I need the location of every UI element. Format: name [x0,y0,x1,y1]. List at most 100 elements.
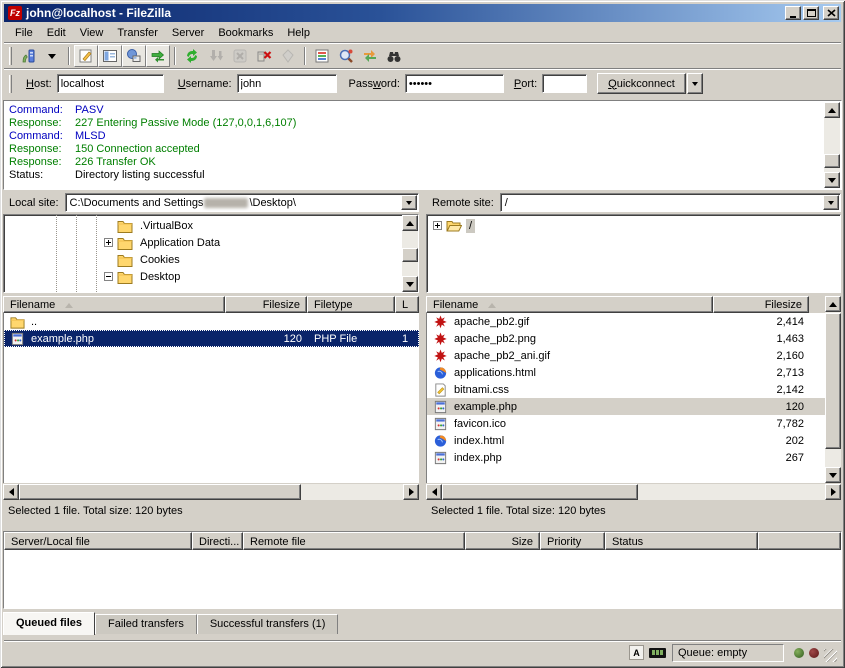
local-tree-vertical-scrollbar[interactable] [402,215,418,292]
column-header-filetype[interactable]: Filetype [307,296,395,313]
port-input[interactable] [542,74,587,93]
column-header-filesize[interactable]: Filesize [713,296,809,313]
column-header-remote-file[interactable]: Remote file [243,532,465,550]
file-row-apache-pb2-ani-gif[interactable]: apache_pb2_ani.gif2,160 [427,347,825,364]
scroll-left-button[interactable] [426,484,442,500]
tab-failed-transfers[interactable]: Failed transfers [95,614,197,634]
menu-edit[interactable]: Edit [40,25,73,41]
local-horizontal-scrollbar[interactable] [3,484,419,500]
username-input[interactable] [237,74,337,93]
titlebar[interactable]: Fz john@localhost - FileZilla [4,4,841,22]
password-input[interactable] [405,74,504,93]
remote-site-dropdown[interactable] [823,195,839,210]
expand-icon[interactable] [104,238,113,247]
toolbar-grip[interactable] [9,47,12,65]
column-header-filename[interactable]: Filename [426,296,713,313]
local-selection-status: Selected 1 file. Total size: 120 bytes [3,503,419,520]
disconnect-button[interactable] [252,45,276,67]
scroll-thumb[interactable] [824,154,840,168]
scroll-up-button[interactable] [402,215,418,231]
scroll-right-button[interactable] [825,484,841,500]
remote-tree-rows: / [427,217,823,234]
process-queue-button[interactable] [204,45,228,67]
maximize-icon [807,9,816,17]
log-vertical-scrollbar[interactable] [824,102,840,188]
column-header-l[interactable]: L [395,296,419,313]
toggle-remote-tree-button[interactable] [122,45,146,67]
menu-view[interactable]: View [73,25,111,41]
directory-comparison-button[interactable] [334,45,358,67]
column-header-priority[interactable]: Priority [540,532,605,550]
scroll-up-button[interactable] [824,102,840,118]
column-header-size[interactable]: Size [465,532,540,550]
tree-item--[interactable]: / [433,217,823,234]
speed-limit-icon[interactable] [649,648,666,658]
scroll-thumb[interactable] [442,484,638,500]
remote-site-combo[interactable]: / [500,193,841,212]
resize-grip[interactable] [824,649,837,662]
menu-bookmarks[interactable]: Bookmarks [211,25,280,41]
toggle-transfer-queue-button[interactable] [146,45,170,67]
local-site-label: Local site: [3,197,65,209]
scroll-thumb[interactable] [402,248,418,262]
tab-queued-files[interactable]: Queued files [3,612,95,635]
toggle-message-log-button[interactable] [74,45,98,67]
php-icon [10,332,27,346]
refresh-button[interactable] [180,45,204,67]
column-header-directi-[interactable]: Directi... [192,532,243,550]
remote-horizontal-scrollbar[interactable] [426,484,841,500]
column-header-server-local-file[interactable]: Server/Local file [4,532,192,550]
tree-item-application-data[interactable]: Application Data [104,234,401,251]
scroll-left-button[interactable] [3,484,19,500]
expand-icon[interactable] [433,221,442,230]
file-row-index-php[interactable]: index.php267 [427,449,825,466]
minimize-button[interactable] [785,6,801,20]
column-header-filesize[interactable]: Filesize [225,296,307,313]
file-row-applications-html[interactable]: applications.html2,713 [427,364,825,381]
remote-list-vertical-scrollbar[interactable] [825,296,841,483]
column-header-status[interactable]: Status [605,532,758,550]
scroll-down-button[interactable] [824,172,840,188]
file-row-example-php[interactable]: example.php120 [427,398,825,415]
reconnect-button[interactable] [276,45,300,67]
local-site-combo[interactable]: C:\Documents and Settings\Desktop\ [65,193,419,212]
synchronized-browsing-button[interactable] [358,45,382,67]
file-row-index-html[interactable]: index.html202 [427,432,825,449]
tree-item--virtualbox[interactable]: .VirtualBox [104,217,401,234]
tree-item-desktop[interactable]: Desktop [104,268,401,285]
quickconnect-dropdown-button[interactable] [687,73,703,94]
file-row-favicon-ico[interactable]: favicon.ico7,782 [427,415,825,432]
directory-filters-button[interactable] [310,45,334,67]
quickbar-grip[interactable] [9,75,12,93]
file-row-bitnami-css[interactable]: bitnami.css2,142 [427,381,825,398]
menu-file[interactable]: File [8,25,40,41]
menu-transfer[interactable]: Transfer [110,25,165,41]
file-row-example-php[interactable]: example.php120PHP File1 [4,330,419,347]
menu-server[interactable]: Server [165,25,211,41]
local-tree-rows: .VirtualBoxApplication DataCookiesDeskto… [4,217,401,285]
site-manager-dropdown-button[interactable] [40,45,64,67]
file-row--[interactable]: .. [4,313,419,330]
scroll-right-button[interactable] [403,484,419,500]
file-row-apache-pb2-gif[interactable]: apache_pb2.gif2,414 [427,313,825,330]
maximize-button[interactable] [803,6,819,20]
scroll-thumb[interactable] [825,313,841,449]
tree-item-cookies[interactable]: Cookies [104,251,401,268]
cancel-operation-button[interactable] [228,45,252,67]
close-button[interactable] [823,6,839,20]
local-site-dropdown[interactable] [401,195,417,210]
find-files-button[interactable] [382,45,406,67]
collapse-icon[interactable] [104,272,113,281]
column-header-filename[interactable]: Filename [3,296,225,313]
scroll-down-button[interactable] [402,276,418,292]
scroll-thumb[interactable] [19,484,301,500]
file-row-apache-pb2-png[interactable]: apache_pb2.png1,463 [427,330,825,347]
site-manager-button[interactable] [16,45,40,67]
scroll-up-button[interactable] [825,296,841,312]
tab-successful-transfers-1-[interactable]: Successful transfers (1) [197,614,339,634]
menu-help[interactable]: Help [280,25,317,41]
host-input[interactable] [57,74,164,93]
quickconnect-button[interactable]: Quickconnect [597,73,686,94]
scroll-down-button[interactable] [825,467,841,483]
toggle-local-tree-button[interactable] [98,45,122,67]
